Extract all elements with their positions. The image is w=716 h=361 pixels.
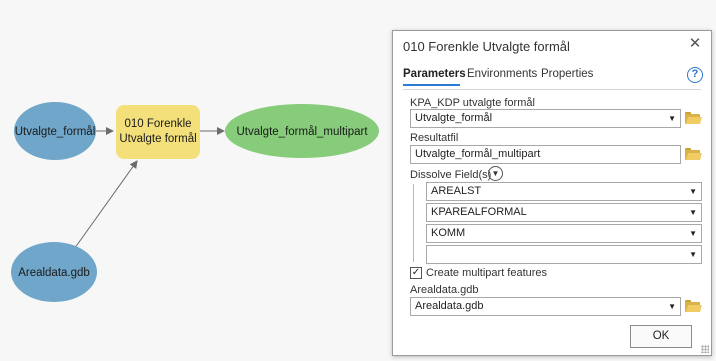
tool-node-label-line1: 010 Forenkle: [124, 118, 191, 130]
collapse-chevron-icon[interactable]: ▼: [488, 166, 503, 181]
chevron-down-icon: ▼: [668, 302, 676, 311]
tool-node-label-line2: Utvalgte formål: [119, 133, 196, 145]
dissolve-field-select[interactable]: AREALST ▼: [426, 182, 702, 201]
dissolve-field-value: KOMM: [431, 227, 466, 239]
browse-folder-icon[interactable]: [685, 148, 702, 160]
param-input-label: KPA_KDP utvalgte formål: [410, 97, 535, 109]
input-node-label: Utvalgte_formål: [15, 126, 96, 138]
multipart-label: Create multipart features: [426, 267, 548, 279]
dialog-title: 010 Forenkle Utvalgte formål: [403, 39, 570, 54]
dissolve-fields-label: Dissolve Field(s): [410, 169, 492, 181]
chevron-down-icon: ▼: [689, 229, 697, 238]
param-workspace-select[interactable]: Arealdata.gdb ▼: [410, 297, 681, 316]
param-input-select[interactable]: Utvalgte_formål ▼: [410, 109, 681, 128]
tool-node-forenkle[interactable]: 010 Forenkle Utvalgte formål: [116, 105, 200, 159]
browse-folder-icon[interactable]: [685, 300, 702, 312]
close-icon[interactable]: ✕: [687, 36, 703, 52]
connector-input2-to-tool[interactable]: [71, 160, 138, 253]
output-node-label: Utvalgte_formål_multipart: [236, 126, 368, 138]
ok-button[interactable]: OK: [630, 325, 692, 348]
tab-properties[interactable]: Properties: [541, 68, 593, 80]
input-node-utvalgte-formal[interactable]: Utvalgte_formål: [14, 102, 96, 160]
param-input-value: Utvalgte_formål: [415, 112, 493, 124]
tab-environments[interactable]: Environments: [467, 68, 537, 80]
dissolve-field-select[interactable]: KOMM ▼: [426, 224, 702, 243]
dissolve-group-bar: [413, 184, 414, 262]
dissolve-field-select[interactable]: KPAREALFORMAL ▼: [426, 203, 702, 222]
multipart-checkbox[interactable]: ✓: [410, 267, 422, 279]
tab-divider: [403, 89, 701, 90]
input-node-label: Arealdata.gdb: [18, 267, 90, 279]
browse-folder-icon[interactable]: [685, 112, 702, 124]
tab-parameters[interactable]: Parameters: [403, 68, 466, 80]
param-output-field[interactable]: Utvalgte_formål_multipart: [410, 145, 681, 164]
input-node-arealdata[interactable]: Arealdata.gdb: [11, 242, 97, 302]
chevron-down-icon: ▼: [668, 114, 676, 123]
help-icon[interactable]: ?: [687, 67, 703, 83]
chevron-down-icon: ▼: [689, 208, 697, 217]
dissolve-field-value: KPAREALFORMAL: [431, 206, 527, 218]
param-output-value: Utvalgte_formål_multipart: [415, 148, 541, 160]
tool-dialog: 010 Forenkle Utvalgte formål ✕ Parameter…: [392, 30, 712, 356]
param-workspace-label: Arealdata.gdb: [410, 284, 479, 296]
dissolve-field-select[interactable]: ▼: [426, 245, 702, 264]
chevron-down-icon: ▼: [689, 250, 697, 259]
chevron-down-icon: ▼: [689, 187, 697, 196]
output-node-multipart[interactable]: Utvalgte_formål_multipart: [225, 104, 379, 158]
param-output-label: Resultatfil: [410, 132, 459, 144]
dissolve-field-value: AREALST: [431, 185, 482, 197]
active-tab-indicator: [403, 84, 460, 86]
param-workspace-value: Arealdata.gdb: [415, 300, 484, 312]
resize-grip-icon[interactable]: [701, 345, 709, 353]
